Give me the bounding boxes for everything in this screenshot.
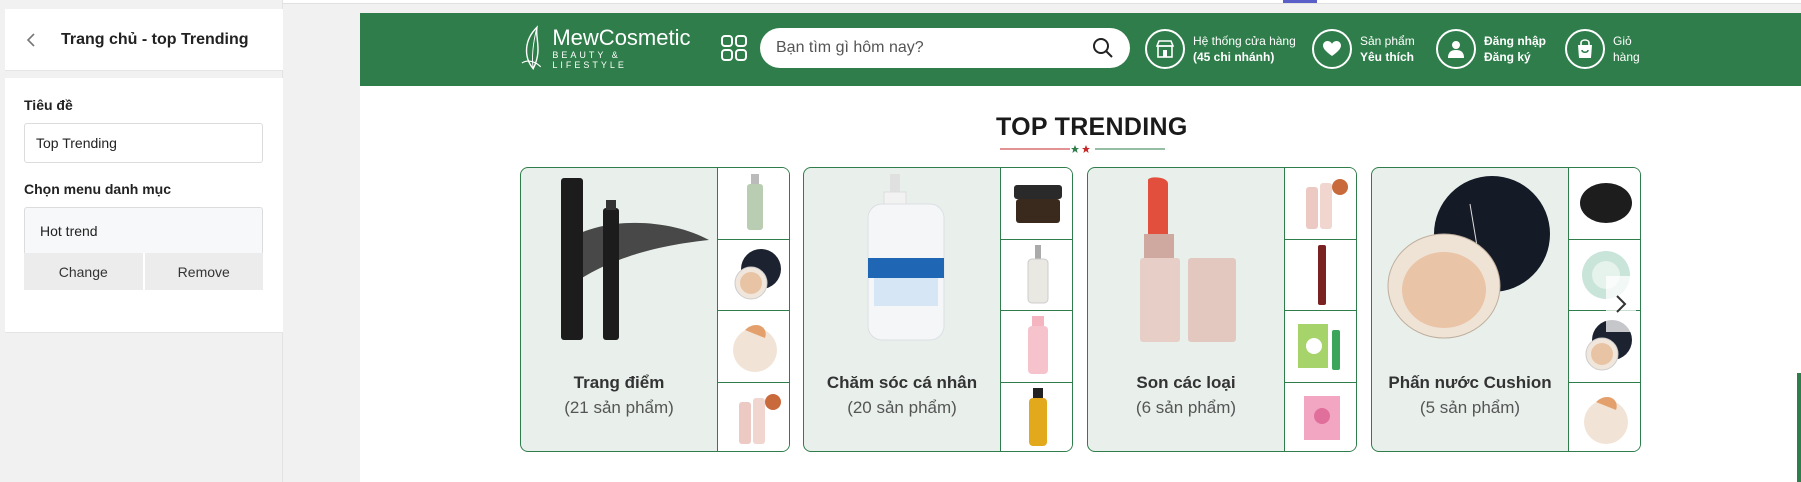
fav-line1: Sản phẩm	[1360, 34, 1415, 48]
login-link[interactable]: Đăng nhập Đăng ký	[1436, 28, 1546, 70]
cart-line1: Giỏ	[1613, 34, 1632, 48]
serum-bottle-icon	[746, 174, 763, 231]
carousel-next-button[interactable]	[1606, 276, 1636, 332]
thumbnail[interactable]	[1001, 168, 1072, 240]
site-logo[interactable]: MewCosmetic BEAUTY & LIFESTYLE	[520, 23, 692, 73]
logo-name: MewCosmetic	[552, 25, 691, 50]
thumbnail[interactable]	[1001, 311, 1072, 383]
category-count: (5 sản phẩm)	[1419, 398, 1521, 417]
lip-tint-icon	[1305, 179, 1348, 230]
editor-header: Trang chủ - top Trending	[5, 9, 283, 71]
category-card[interactable]: Phấn nước Cushion (5 sản phẩm)	[1371, 167, 1641, 452]
thumbnail[interactable]	[1285, 311, 1356, 383]
lip-balm-pack-icon	[1297, 324, 1340, 371]
heart-icon	[1312, 29, 1352, 69]
back-icon[interactable]	[11, 20, 51, 60]
thumbnail[interactable]	[718, 239, 789, 311]
category-name: Phấn nước Cushion	[1388, 373, 1552, 392]
cart-link[interactable]: Giỏ hàng	[1565, 28, 1640, 70]
section-title: TOP TRENDING	[996, 113, 1188, 141]
category-name: Trang điểm	[573, 373, 665, 392]
title-divider	[1000, 145, 1165, 153]
mascara-image	[561, 178, 709, 340]
thumbnail-column	[717, 168, 789, 451]
thumbnail[interactable]	[1285, 382, 1356, 451]
site-header: MewCosmetic BEAUTY & LIFESTYLE Hệ thống …	[360, 13, 1801, 86]
editor-title: Trang chủ - top Trending	[61, 30, 249, 48]
thumbnail[interactable]	[718, 168, 789, 240]
black-compact-icon	[1579, 183, 1632, 224]
thumbnail[interactable]	[1285, 168, 1356, 240]
menu-label: Chọn menu danh mục	[24, 181, 171, 197]
cushion-image	[1387, 176, 1550, 339]
cushion-compact-icon	[734, 248, 781, 300]
thumbnail[interactable]	[1001, 382, 1072, 451]
category-count: (21 sản phẩm)	[564, 398, 674, 417]
search-bar	[760, 28, 1130, 68]
stores-count: (45 chi nhánh)	[1193, 50, 1275, 64]
editor-panel: Trang chủ - top Trending Tiêu đề Chọn me…	[0, 0, 283, 482]
stores-line1: Hệ thống cửa hàng	[1193, 34, 1296, 48]
thumbnail-column	[1284, 168, 1356, 451]
category-card[interactable]: Son các loại (6 sản phẩm)	[1087, 167, 1357, 452]
chevron-right-icon	[1616, 295, 1627, 313]
lipstick-image	[1140, 177, 1236, 342]
user-icon	[1436, 29, 1476, 69]
lipstick-tube-icon	[1317, 244, 1326, 305]
heading-input[interactable]	[24, 123, 263, 163]
shopping-bag-icon	[1565, 29, 1605, 69]
login-line2: Đăng ký	[1484, 50, 1531, 64]
fav-line2: Yêu thích	[1360, 50, 1415, 64]
category-count: (6 sản phẩm)	[1135, 398, 1237, 417]
site-preview: MewCosmetic BEAUTY & LIFESTYLE Hệ thống …	[360, 13, 1801, 482]
cart-line2: hàng	[1613, 50, 1640, 64]
search-input[interactable]	[776, 39, 1092, 57]
logo-tagline: BEAUTY & LIFESTYLE	[552, 50, 627, 70]
card-main: Son các loại (6 sản phẩm)	[1088, 168, 1284, 451]
favorites-link[interactable]: Sản phẩm Yêu thích	[1312, 28, 1415, 70]
store-system-link[interactable]: Hệ thống cửa hàng (45 chi nhánh)	[1145, 28, 1296, 70]
thumbnail[interactable]	[1569, 382, 1640, 451]
top-strip	[283, 0, 1801, 4]
store-icon	[1145, 29, 1185, 69]
compact-case-icon	[732, 325, 777, 373]
thumbnail[interactable]	[718, 311, 789, 383]
category-name: Son các loại	[1136, 373, 1236, 392]
active-indicator	[1283, 0, 1317, 3]
thumbnail[interactable]	[1001, 239, 1072, 311]
remove-button[interactable]: Remove	[144, 253, 263, 290]
login-line1: Đăng nhập	[1484, 34, 1546, 48]
editor-form: Tiêu đề Chọn menu danh mục Hot trend Cha…	[5, 78, 283, 333]
cream-jar-icon	[1013, 185, 1062, 224]
menu-value: Hot trend	[40, 222, 98, 239]
card-main: Chăm sóc cá nhân (20 sản phẩm)	[804, 168, 1000, 451]
card-main: Phấn nước Cushion (5 sản phẩm)	[1372, 168, 1568, 451]
lip-tint-icon	[738, 393, 781, 444]
card-main: Trang điểm (21 sản phẩm)	[521, 168, 717, 451]
menu-actions: Change Remove	[24, 253, 263, 290]
cleanser-bottle-image	[867, 174, 945, 341]
thumbnail-column	[1000, 168, 1072, 451]
compact-case-icon	[1583, 396, 1628, 444]
lip-mask-icon	[1303, 395, 1340, 440]
change-button[interactable]: Change	[24, 253, 143, 290]
thumbnail[interactable]	[1569, 168, 1640, 240]
thumbnail[interactable]	[1285, 239, 1356, 311]
heading-label: Tiêu đề	[24, 97, 73, 113]
search-icon[interactable]	[1092, 37, 1114, 59]
category-count: (20 sản phẩm)	[847, 398, 957, 417]
thumbnail[interactable]	[718, 382, 789, 451]
category-card[interactable]: Chăm sóc cá nhân (20 sản phẩm)	[803, 167, 1073, 452]
category-card[interactable]: Trang điểm (21 sản phẩm)	[520, 167, 790, 452]
toner-bottle-icon	[1027, 316, 1048, 375]
menu-select[interactable]: Hot trend	[24, 207, 263, 253]
pump-bottle-icon	[1027, 244, 1048, 304]
category-grid-icon[interactable]	[720, 34, 748, 62]
scrollbar[interactable]	[1797, 373, 1801, 482]
oil-bottle-icon	[1028, 387, 1047, 446]
leaf-logo-icon	[521, 25, 542, 70]
category-name: Chăm sóc cá nhân	[826, 373, 978, 392]
